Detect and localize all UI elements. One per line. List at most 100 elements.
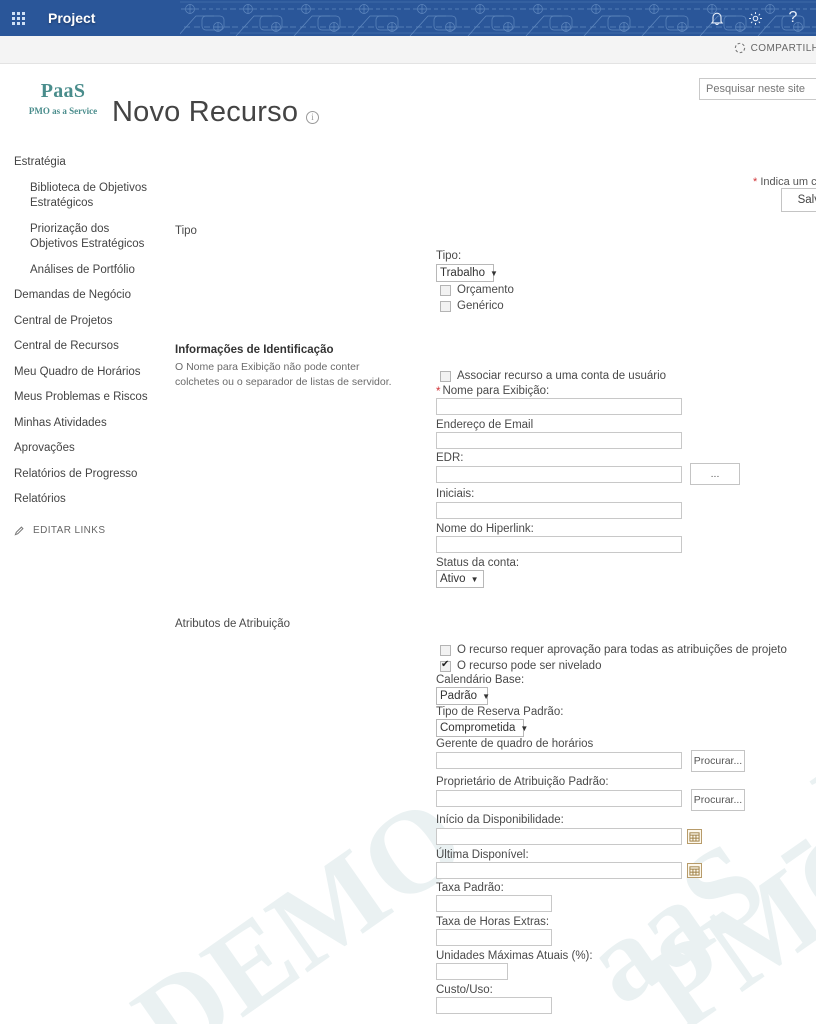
checkbox-pode-nivelado-box[interactable]: [440, 659, 451, 672]
initials-input[interactable]: [436, 502, 682, 519]
checkbox-requer-aprovacao-label: O recurso requer aprovação para todas as…: [457, 644, 787, 656]
checkbox-pode-nivelado[interactable]: O recurso pode ser nivelado: [440, 659, 602, 672]
logo-subtitle: PMO as a Service: [28, 106, 98, 116]
help-question-icon[interactable]: ?: [774, 0, 812, 36]
timesheet-manager-input[interactable]: [436, 752, 682, 769]
sidebar-item-relatorios-progresso[interactable]: Relatórios de Progresso: [0, 462, 168, 488]
assignment-owner-input[interactable]: [436, 790, 682, 807]
checkbox-associar-conta-label: Associar recurso a uma conta de usuário: [457, 370, 667, 382]
hyperlink-name-input[interactable]: [436, 536, 682, 553]
watermark-paas-2: aaS - PMO as a: [561, 474, 816, 1024]
checkbox-generico-box[interactable]: [440, 300, 451, 312]
sidebar-item-aprovacoes[interactable]: Aprovações: [0, 436, 168, 462]
checkbox-generico-label: Genérico: [457, 300, 504, 312]
edr-label: EDR:: [436, 452, 464, 464]
availability-end-label: Última Disponível:: [436, 849, 529, 861]
sidebar-item-relatorios[interactable]: Relatórios: [0, 487, 168, 513]
tipo-field-label: Tipo:: [436, 250, 462, 262]
page-title-text: Novo Recurso: [112, 96, 299, 128]
notifications-bell-icon[interactable]: [698, 0, 736, 36]
sidebar-item-minhas-atividades[interactable]: Minhas Atividades: [0, 411, 168, 437]
timesheet-manager-label: Gerente de quadro de horários: [436, 738, 594, 750]
settings-gear-icon[interactable]: [736, 0, 774, 36]
checkbox-associar-conta[interactable]: Associar recurso a uma conta de usuário: [440, 370, 666, 382]
section-heading-tipo: Tipo: [175, 225, 197, 237]
left-navigation: Estratégia Biblioteca de Objetivos Estra…: [0, 150, 168, 536]
sidebar-item-analises-portfolio[interactable]: Análises de Portfólio: [0, 258, 168, 284]
display-name-input[interactable]: [436, 398, 682, 415]
overtime-rate-label: Taxa de Horas Extras:: [436, 916, 550, 928]
account-status-label: Status da conta:: [436, 557, 520, 569]
email-input[interactable]: [436, 432, 682, 449]
max-units-label: Unidades Máximas Atuais (%):: [436, 950, 593, 962]
base-calendar-value: Padrão: [440, 690, 478, 702]
tipo-select[interactable]: Trabalho ▼: [436, 264, 498, 282]
share-button[interactable]: COMPARTILHAR: [734, 42, 816, 54]
chevron-down-icon: ▼: [520, 723, 529, 733]
checkbox-requer-aprovacao[interactable]: O recurso requer aprovação para todas as…: [440, 644, 787, 656]
suite-bar-right: ?: [698, 0, 812, 36]
cost-per-use-input[interactable]: [436, 997, 552, 1014]
edit-links-label: EDITAR LINKS: [33, 524, 106, 536]
section-heading-atribuicao: Atributos de Atribuição: [175, 618, 291, 630]
required-asterisk: *: [753, 176, 758, 188]
availability-end-input[interactable]: [436, 862, 682, 879]
display-name-label: * Nome para Exibição:: [436, 385, 550, 398]
required-asterisk-display-name: *: [436, 386, 441, 398]
paas-logo: PaaS PMO as a Service: [18, 80, 108, 116]
hyperlink-name-label: Nome do Hiperlink:: [436, 523, 534, 535]
search-input[interactable]: [700, 79, 816, 99]
info-icon[interactable]: i: [306, 111, 320, 124]
assignment-owner-browse-button[interactable]: Procurar...: [691, 789, 745, 811]
sidebar-item-demandas-negocio[interactable]: Demandas de Negócio: [0, 283, 168, 309]
sidebar-item-priorizacao-objetivos[interactable]: Priorização dos Objetivos Estratégicos: [0, 217, 168, 258]
checkbox-orcamento[interactable]: Orçamento: [440, 284, 514, 296]
edit-links-button[interactable]: EDITAR LINKS: [0, 525, 168, 536]
overtime-rate-input[interactable]: [436, 929, 552, 946]
edr-browse-button[interactable]: ...: [690, 463, 740, 485]
checkbox-requer-aprovacao-box[interactable]: [440, 644, 451, 656]
sidebar-item-central-recursos[interactable]: Central de Recursos: [0, 334, 168, 360]
booking-type-select[interactable]: Comprometida ▼: [436, 719, 528, 737]
brand-link[interactable]: Project: [36, 0, 107, 36]
checkbox-orcamento-box[interactable]: [440, 284, 451, 296]
edr-input[interactable]: [436, 466, 682, 483]
section-heading-identificacao: Informações de Identificação: [175, 344, 334, 356]
blueprint-pattern: [180, 0, 816, 36]
share-label: COMPARTILHAR: [750, 42, 816, 54]
sidebar-item-estrategia[interactable]: Estratégia: [0, 150, 168, 176]
chevron-down-icon: ▼: [489, 268, 498, 278]
standard-rate-label: Taxa Padrão:: [436, 882, 504, 894]
max-units-input[interactable]: [436, 963, 508, 980]
page-title: Novo Recurso i: [112, 96, 320, 129]
sidebar-item-quadro-horarios[interactable]: Meu Quadro de Horários: [0, 360, 168, 386]
app-launcher-icon[interactable]: [0, 0, 36, 36]
checkbox-pode-nivelado-label: O recurso pode ser nivelado: [457, 660, 602, 672]
assignment-owner-label: Proprietário de Atribuição Padrão:: [436, 776, 609, 788]
booking-type-label: Tipo de Reserva Padrão:: [436, 706, 564, 718]
availability-start-label: Início da Disponibilidade:: [436, 814, 564, 826]
checkbox-associar-conta-box[interactable]: [440, 370, 451, 382]
availability-end-calendar-icon[interactable]: [687, 863, 702, 878]
required-note-text: Indica um c: [760, 176, 816, 188]
sidebar-item-problemas-riscos[interactable]: Meus Problemas e Riscos: [0, 385, 168, 411]
section-description-identificacao: O Nome para Exibição não pode conter col…: [175, 361, 392, 389]
availability-start-input[interactable]: [436, 828, 682, 845]
logo-title: PaaS: [40, 80, 86, 102]
pencil-icon: [14, 525, 25, 536]
sidebar-item-central-projetos[interactable]: Central de Projetos: [0, 309, 168, 335]
standard-rate-input[interactable]: [436, 895, 552, 912]
availability-start-calendar-icon[interactable]: [687, 829, 702, 844]
search-box[interactable]: [699, 78, 816, 100]
sidebar-item-biblioteca-objetivos[interactable]: Biblioteca de Objetivos Estratégicos: [0, 176, 168, 217]
suite-bar: Project ?: [0, 0, 816, 36]
tipo-select-value: Trabalho: [440, 267, 485, 279]
save-button[interactable]: Salva: [781, 188, 816, 212]
checkbox-generico[interactable]: Genérico: [440, 300, 504, 312]
cost-per-use-label: Custo/Uso:: [436, 984, 493, 996]
base-calendar-select[interactable]: Padrão ▼: [436, 687, 490, 705]
display-name-label-text: Nome para Exibição:: [442, 385, 550, 397]
timesheet-manager-browse-button[interactable]: Procurar...: [691, 750, 745, 772]
account-status-select[interactable]: Ativo ▼: [436, 570, 484, 588]
checkbox-orcamento-label: Orçamento: [457, 284, 514, 296]
